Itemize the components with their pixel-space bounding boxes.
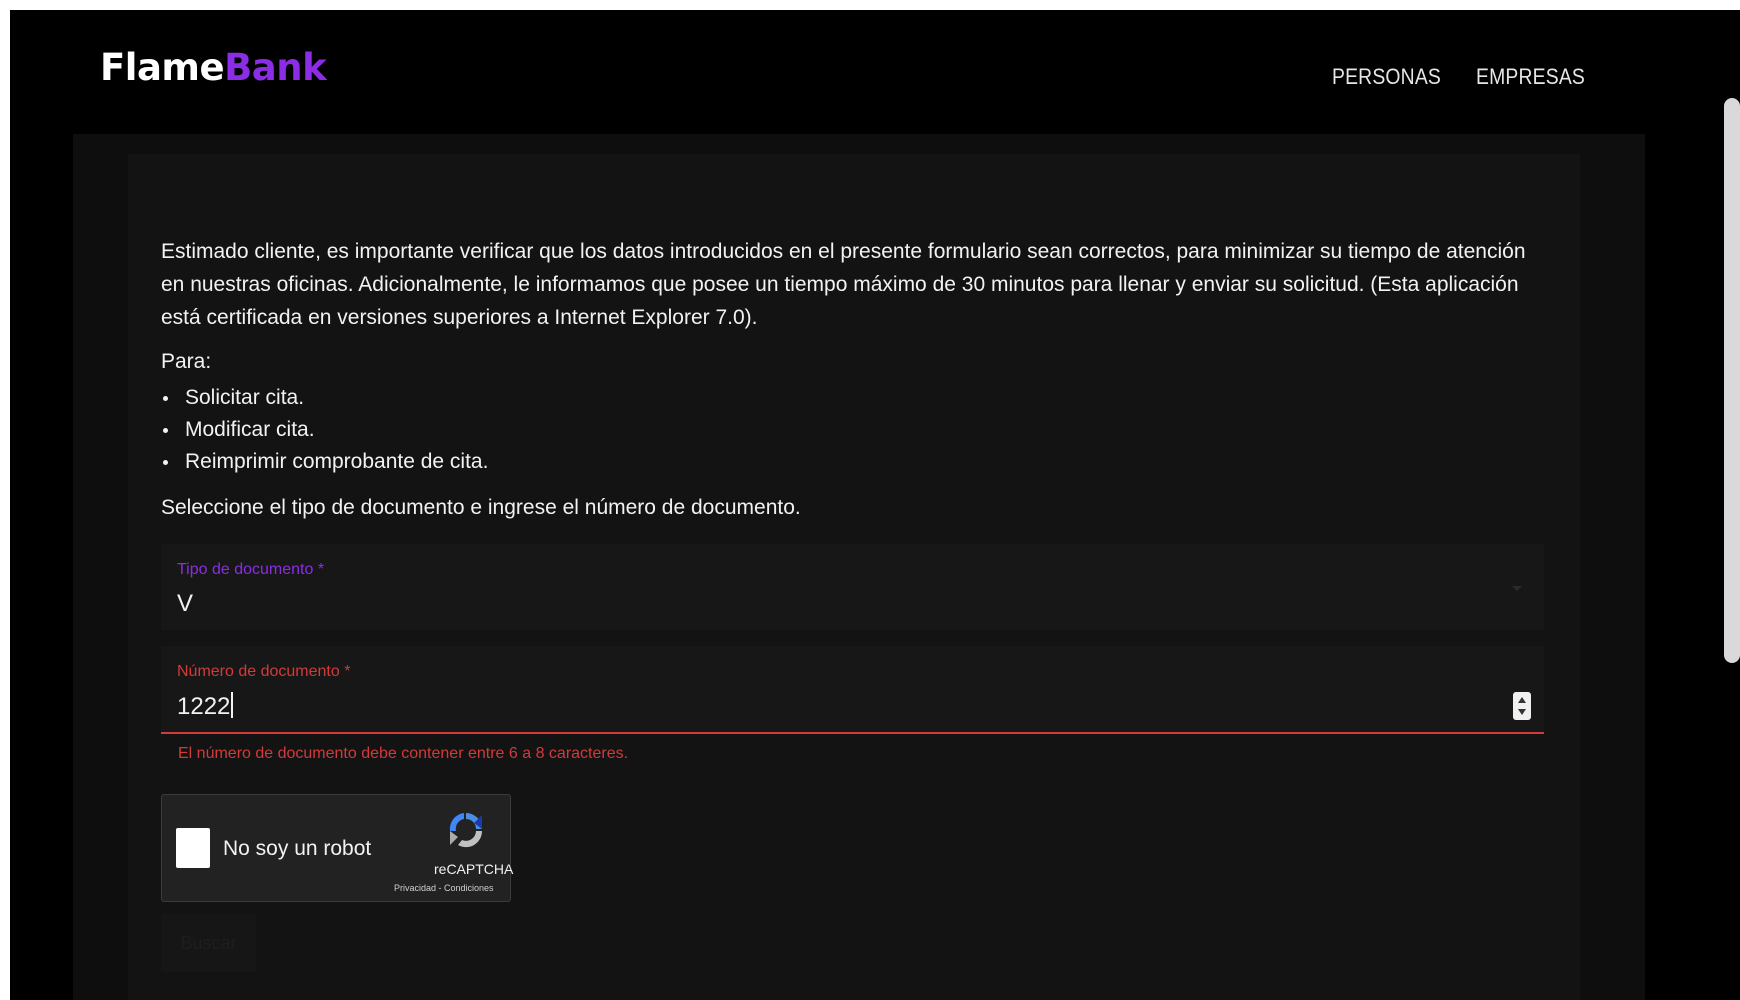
document-number-value: 1222 — [177, 693, 231, 720]
form-card: Estimado cliente, es importante verifica… — [128, 154, 1580, 1000]
bullet-icon — [163, 428, 168, 433]
recaptcha-label: No soy un robot — [223, 837, 372, 860]
select-instruction: Seleccione el tipo de documento e ingres… — [161, 496, 801, 519]
main-panel: Estimado cliente, es importante verifica… — [73, 134, 1645, 1000]
option-reimprimir: Reimprimir comprobante de cita. — [185, 450, 489, 473]
nav-empresas[interactable]: EMPRESAS — [1476, 64, 1585, 90]
intro-text: Estimado cliente, es importante verifica… — [161, 240, 1526, 329]
bullet-icon — [163, 396, 168, 401]
header: FlameBank PERSONAS EMPRESAS — [10, 10, 1740, 138]
number-stepper-icon[interactable] — [1513, 692, 1531, 720]
option-solicitar: Solicitar cita. — [185, 386, 305, 409]
document-number-error: El número de documento debe contener ent… — [178, 745, 629, 762]
document-number-input[interactable]: Número de documento * 1222 — [161, 646, 1544, 734]
recaptcha-widget: No soy un robot reCAPTCHA Privacidad - C… — [161, 794, 514, 902]
list-item: Reimprimir comprobante de cita. — [161, 446, 488, 478]
scrollbar-thumb[interactable] — [1724, 98, 1740, 663]
logo-text-secondary: Bank — [224, 46, 327, 89]
logo-text-primary: Flame — [100, 46, 225, 89]
recaptcha-brand: reCAPTCHA — [434, 861, 514, 877]
text-caret — [231, 692, 234, 718]
bullet-icon — [163, 460, 168, 465]
document-type-select[interactable]: Tipo de documento * V — [161, 544, 1544, 630]
option-modificar: Modificar cita. — [185, 418, 315, 441]
stepper-down-icon[interactable] — [1518, 709, 1526, 715]
chevron-down-icon[interactable] — [1512, 586, 1522, 591]
submit-button[interactable]: Buscar — [161, 914, 256, 972]
document-type-label: Tipo de documento * — [177, 561, 325, 578]
nav-personas[interactable]: PERSONAS — [1332, 64, 1441, 90]
stepper-up-icon[interactable] — [1518, 697, 1526, 703]
app-screen: FlameBank PERSONAS EMPRESAS Estimado cli… — [10, 10, 1740, 1000]
recaptcha-terms-link[interactable]: Privacidad - Condiciones — [394, 883, 494, 893]
document-type-value: V — [177, 590, 194, 617]
document-number-label: Número de documento * — [177, 663, 351, 680]
recaptcha-checkbox[interactable] — [176, 828, 210, 868]
options-list: Solicitar cita. Modificar cita. Reimprim… — [161, 382, 488, 478]
flamebank-logo[interactable]: FlameBank — [100, 46, 327, 89]
list-item: Solicitar cita. — [161, 382, 488, 414]
document-number-value-wrap: 1222 — [177, 692, 234, 721]
para-label: Para: — [161, 350, 212, 373]
recaptcha-icon — [449, 813, 483, 848]
top-nav: PERSONAS EMPRESAS — [1332, 64, 1600, 90]
list-item: Modificar cita. — [161, 414, 488, 446]
